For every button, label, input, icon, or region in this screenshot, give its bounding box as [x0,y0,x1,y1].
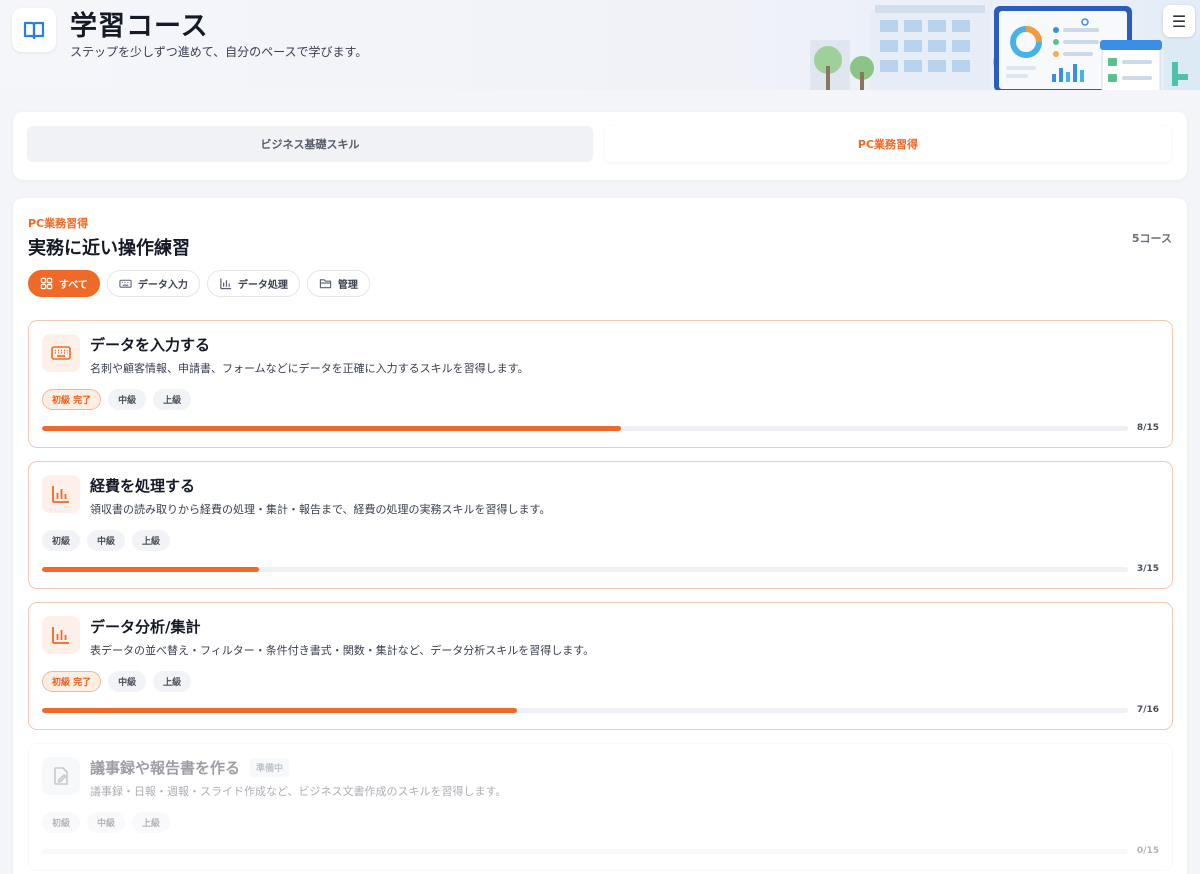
course-description: 議事録・日報・週報・スライド作成など、ビジネス文書作成のスキルを習得します。 [90,785,507,798]
keyboard-icon [51,346,71,360]
level-badges: 初級 完了 中級 上級 [42,671,192,692]
filter-label: 管理 [337,280,358,291]
course-panel: PC業務習得 実務に近い操作練習 5コース すべて データ入力 データ処理 管理… [13,198,1187,874]
header-illustration [780,0,1200,90]
keyboard-icon [119,279,132,288]
course-icon-box [42,616,80,654]
folder-icon [319,279,332,289]
level-badges: 初級 中級 上級 [42,812,171,833]
level-badge: 初級 [42,530,81,551]
category-tabs: ビジネス基礎スキル PC業務習得 [13,112,1187,180]
tab-business-basics[interactable]: ビジネス基礎スキル [27,126,593,162]
filter-data-entry[interactable]: データ入力 [106,270,200,297]
level-badge: 上級 [132,530,171,551]
course-title: 経費を処理する [90,477,196,495]
course-icon-box [42,334,80,372]
hamburger-menu-icon: ☰ [1171,11,1187,31]
book-icon [23,21,45,40]
level-badges: 初級 中級 上級 [42,530,171,551]
progress-fill [42,708,518,713]
bar-chart-icon [52,627,69,644]
course-count: 5コース [1131,232,1172,245]
level-badge: 上級 [153,671,192,692]
level-badge: 中級 [87,812,126,833]
course-card[interactable]: データを入力する 名刺や顧客情報、申請書、フォームなどにデータを正確に入力するス… [28,320,1173,448]
level-badge: 上級 [132,812,171,833]
progress-text: 0/15 [1136,846,1159,856]
progress-bar [42,567,1128,572]
tab-pc-skills[interactable]: PC業務習得 [605,126,1171,162]
course-card[interactable]: データ分析/集計 表データの並べ替え・フィルター・条件付き書式・関数・集計など、… [28,602,1173,730]
document-edit-icon [54,767,68,785]
section-eyebrow: PC業務習得 [28,217,89,230]
filter-label: すべて [59,280,88,291]
page-title: 学習コース [70,11,209,42]
progress-bar [42,849,1128,854]
status-badge: 準備中 [250,758,290,777]
course-card-disabled: 議事録や報告書を作る 準備中 議事録・日報・週報・スライド作成など、ビジネス文書… [28,743,1173,871]
bar-chart-icon [52,486,69,503]
course-icon-box [42,475,80,513]
level-badge: 初級 [42,812,81,833]
filter-chips: すべて データ入力 データ処理 管理 [28,270,370,297]
level-badges: 初級 完了 中級 上級 [42,389,192,410]
progress-fill [42,567,260,572]
course-card[interactable]: 経費を処理する 領収書の読み取りから経費の処理・集計・報告まで、経費の処理の実務… [28,461,1173,589]
course-description: 名刺や顧客情報、申請書、フォームなどにデータを正確に入力するスキルを習得します。 [90,362,529,375]
filter-label: データ入力 [137,280,188,291]
page-header: 学習コース ステップを少しずつ進めて、自分のペースで学びます。 ☰ [0,0,1200,90]
filter-management[interactable]: 管理 [306,270,370,297]
progress-fill [42,426,621,431]
filter-data-processing[interactable]: データ処理 [206,270,300,297]
course-title: 議事録や報告書を作る 準備中 [90,757,290,778]
grid-icon [40,277,53,290]
section-title: 実務に近い操作練習 [28,238,190,259]
progress-bar [42,426,1128,431]
course-description: 表データの並べ替え・フィルター・条件付き書式・関数・集計など、データ分析スキルを… [90,644,595,657]
level-badge: 初級 完了 [42,389,102,410]
level-badge: 中級 [108,389,147,410]
level-badge: 中級 [87,530,126,551]
level-badge: 初級 完了 [42,671,102,692]
course-title: データ分析/集計 [90,618,201,636]
filter-all[interactable]: すべて [28,270,100,297]
menu-button[interactable]: ☰ [1163,5,1195,37]
progress-text: 3/15 [1136,564,1159,574]
page-subtitle: ステップを少しずつ進めて、自分のペースで学びます。 [70,45,368,59]
app-logo [12,8,56,52]
course-icon-box [42,757,80,795]
progress-text: 7/16 [1136,705,1159,715]
course-description: 領収書の読み取りから経費の処理・集計・報告まで、経費の処理の実務スキルを習得しま… [90,503,551,516]
filter-label: データ処理 [237,280,288,291]
level-badge: 中級 [108,671,147,692]
bar-chart-icon [220,278,231,290]
level-badge: 上級 [153,389,192,410]
progress-bar [42,708,1128,713]
course-title: データを入力する [90,336,211,354]
progress-text: 8/15 [1136,423,1159,433]
